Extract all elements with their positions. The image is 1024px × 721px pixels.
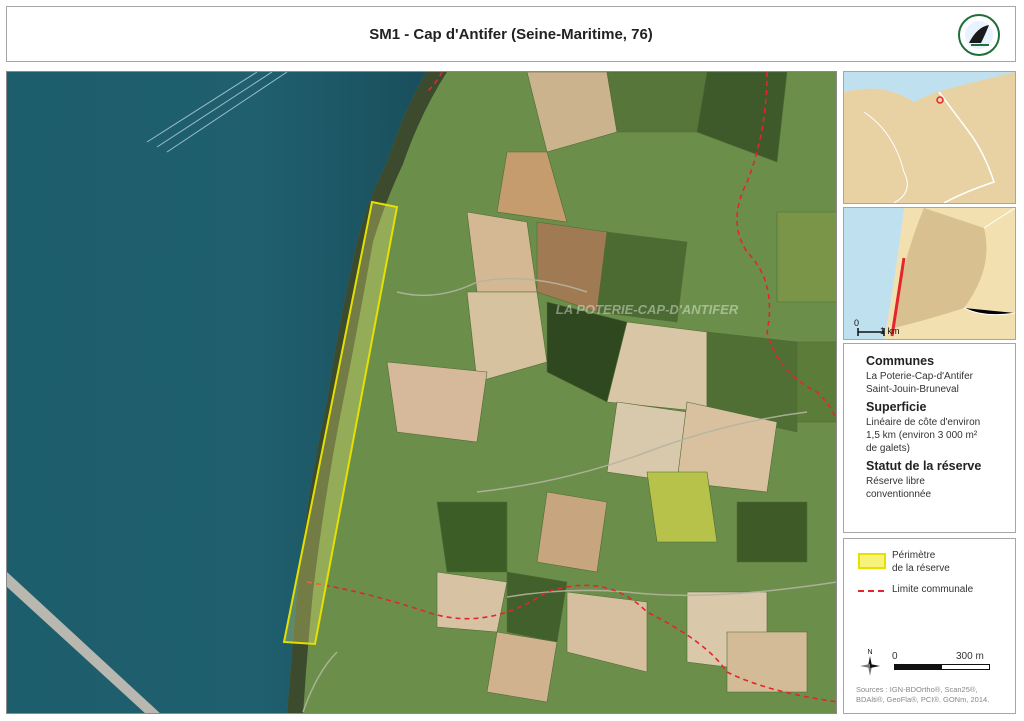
communes-list: La Poterie-Cap-d'Antifer Saint-Jouin-Bru… bbox=[866, 370, 1015, 396]
locator-inset-map: 0 1 km bbox=[843, 207, 1016, 340]
commune-2: Saint-Jouin-Bruneval bbox=[866, 384, 959, 395]
area-label: LA POTERIE-CAP-D'ANTIFER bbox=[556, 302, 739, 317]
map-title: SM1 - Cap d'Antifer (Seine-Maritime, 76) bbox=[369, 26, 653, 43]
boundary-label: Limite communale bbox=[892, 584, 974, 595]
sources-line-1: Sources : IGN-BDOrtho®, Scan25®, bbox=[856, 685, 978, 694]
boundary-swatch bbox=[858, 590, 884, 592]
commune-1: La Poterie-Cap-d'Antifer bbox=[866, 371, 973, 382]
status-heading: Statut de la réserve bbox=[866, 459, 982, 473]
scale-bar bbox=[894, 664, 990, 670]
perimeter-label: Périmètre de la réserve bbox=[892, 549, 1002, 575]
aerial-map[interactable]: LA POTERIE-CAP-D'ANTIFER bbox=[6, 71, 837, 714]
north-label: N bbox=[867, 649, 872, 656]
perimeter-swatch bbox=[858, 553, 886, 569]
status-line-2: conventionnée bbox=[866, 489, 932, 500]
surface-line-3: de galets) bbox=[866, 443, 910, 454]
surface-line-2: 1,5 km (environ 3 000 m² bbox=[866, 430, 978, 441]
regional-inset-map bbox=[843, 71, 1016, 204]
scale-zero: 0 bbox=[892, 651, 898, 662]
reserve-info-panel: Communes La Poterie-Cap-d'Antifer Saint-… bbox=[843, 343, 1016, 533]
status-line-1: Réserve libre bbox=[866, 476, 925, 487]
sources-credit: Sources : IGN-BDOrtho®, Scan25®, BDAlti®… bbox=[856, 685, 1011, 705]
sources-line-2: BDAlti®, GeoFla®, PCI®. GONm, 2014. bbox=[856, 695, 990, 704]
north-arrow-icon: N bbox=[860, 649, 880, 676]
surface-line-1: Linéaire de côte d'environ bbox=[866, 417, 981, 428]
map-legend: Périmètre de la réserve Limite communale… bbox=[843, 538, 1016, 714]
perimeter-label-line-1: Périmètre bbox=[892, 550, 936, 561]
title-bar: SM1 - Cap d'Antifer (Seine-Maritime, 76) bbox=[6, 6, 1016, 62]
communes-heading: Communes bbox=[866, 354, 935, 368]
status-text: Réserve libre conventionnée bbox=[866, 475, 1015, 501]
perimeter-label-line-2: de la réserve bbox=[892, 563, 950, 574]
scale-end: 300 m bbox=[956, 651, 984, 662]
surface-heading: Superficie bbox=[866, 400, 927, 414]
gonm-logo bbox=[958, 14, 1000, 56]
surface-text: Linéaire de côte d'environ 1,5 km (envir… bbox=[866, 416, 1015, 455]
inset-scale-zero: 0 bbox=[854, 318, 859, 328]
inset-scale-unit: 1 km bbox=[880, 326, 900, 336]
